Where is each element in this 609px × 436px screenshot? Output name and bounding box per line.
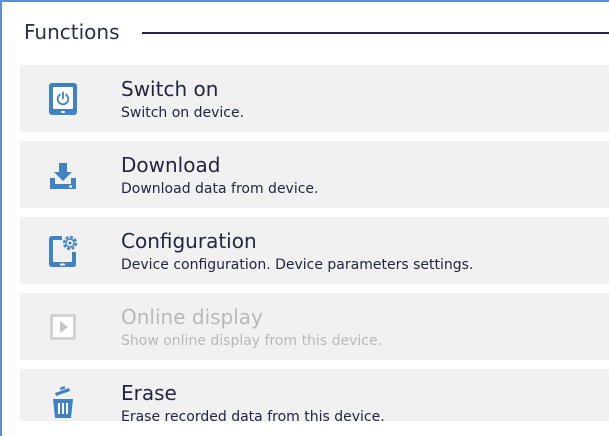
functions-panel: Functions Switch on Switch on device. Do…	[0, 0, 609, 436]
function-configuration[interactable]: Configuration Device configuration. Devi…	[20, 217, 609, 284]
function-erase[interactable]: Erase Erase recorded data from this devi…	[20, 369, 609, 425]
function-title: Online display	[121, 305, 263, 329]
function-switch-on[interactable]: Switch on Switch on device.	[20, 65, 609, 132]
trash-icon	[48, 386, 78, 420]
function-title: Erase	[121, 381, 177, 405]
download-icon	[48, 158, 78, 192]
function-description: Download data from device.	[121, 181, 319, 197]
function-description: Erase recorded data from this device.	[121, 409, 385, 425]
function-title: Download	[121, 153, 221, 177]
play-display-icon	[48, 310, 78, 344]
function-title: Configuration	[121, 229, 257, 253]
function-description: Switch on device.	[121, 105, 245, 121]
function-description: Device configuration. Device parameters …	[121, 257, 474, 273]
functions-list: Switch on Switch on device. Download Dow…	[20, 65, 609, 425]
function-download[interactable]: Download Download data from device.	[20, 141, 609, 208]
function-title: Switch on	[121, 77, 219, 101]
panel-title: Functions	[24, 20, 120, 44]
function-online-display[interactable]: Online display Show online display from …	[20, 293, 609, 360]
header-divider	[141, 32, 609, 34]
function-description: Show online display from this device.	[121, 333, 383, 349]
power-tablet-icon	[48, 82, 78, 116]
functions-header: Functions	[24, 20, 609, 44]
configuration-tablet-icon	[48, 234, 78, 268]
